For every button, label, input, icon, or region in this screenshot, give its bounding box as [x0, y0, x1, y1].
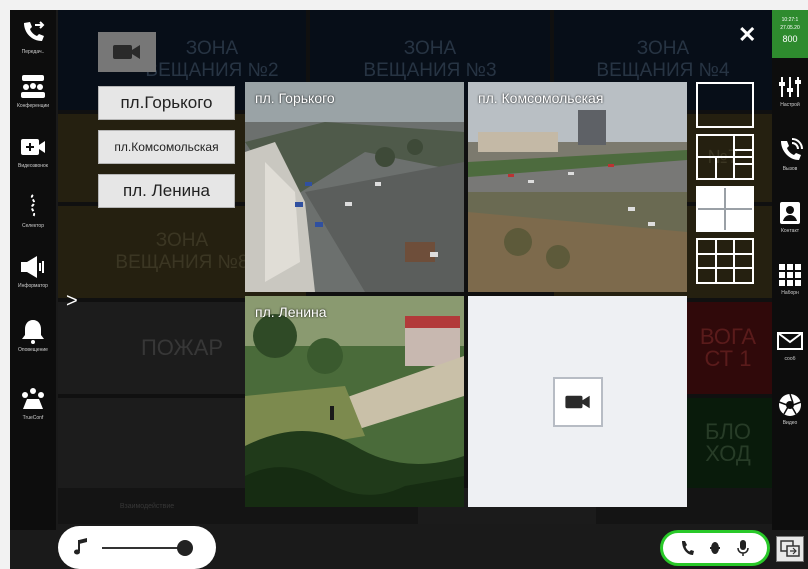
sidebar-label: Видеозвонок — [18, 163, 48, 169]
camera-image — [245, 296, 464, 507]
camera-slot-empty[interactable] — [468, 296, 687, 507]
aperture-icon — [778, 393, 802, 416]
call-controls — [660, 530, 770, 566]
preset-button-komsomolskaya[interactable]: пл.Комсомольская — [98, 130, 235, 164]
phone-forward-icon — [24, 21, 45, 41]
sidebar-label: Конференции — [16, 103, 50, 109]
left-sidebar: Передач.. Конференции Видеозвонок Селект… — [10, 10, 56, 530]
sidebar-item-contacts[interactable]: Контакт — [772, 192, 808, 242]
camera-label: пл. Горького — [255, 90, 335, 106]
contacts-icon — [780, 202, 800, 224]
sidebar-label: Оповещение — [18, 347, 48, 353]
expand-sidebar-button[interactable]: > — [66, 290, 78, 313]
conference-icon — [21, 75, 45, 98]
phone-icon[interactable] — [679, 539, 695, 557]
sidebar-item-video[interactable]: Видео — [772, 384, 808, 434]
sidebar-label: Видео — [782, 420, 798, 426]
sidebar-item-forward[interactable]: Передач.. — [10, 12, 56, 62]
trueconf-icon — [22, 388, 44, 409]
clock-date: 27.05.20 — [780, 25, 800, 31]
microphone-icon[interactable] — [735, 539, 751, 557]
phone-call-icon — [781, 138, 803, 160]
video-camera-icon — [21, 139, 45, 155]
volume-track[interactable] — [102, 547, 184, 549]
sidebar-item-notify[interactable]: Оповещение — [10, 310, 56, 360]
sidebar-item-videocall[interactable]: Видеозвонок — [10, 126, 56, 176]
volume-slider-handle[interactable] — [177, 540, 193, 556]
switch-screen-button[interactable] — [776, 536, 804, 562]
sidebar-label: Информатор — [18, 283, 48, 289]
camera-image — [245, 82, 464, 292]
sidebar-label: Наборн — [781, 290, 799, 296]
extension-number: 800 — [782, 34, 798, 44]
headset-mic-icon[interactable] — [707, 539, 723, 557]
clock-panel: 10:27:1 27.05.20 800 — [772, 10, 808, 58]
layout-1plus5-icon — [698, 136, 752, 178]
preset-button-lenina[interactable]: пл. Ленина — [98, 174, 235, 208]
layout-2x2-icon — [698, 188, 752, 230]
camera-view-lenina[interactable]: пл. Ленина — [245, 296, 464, 507]
sidebar-item-call[interactable]: Вызов — [772, 130, 808, 180]
sidebar-label: TrueConf — [22, 415, 44, 421]
camera-label: пл. Ленина — [255, 304, 327, 320]
layout-2x2-button[interactable] — [696, 186, 754, 232]
envelope-icon — [777, 332, 803, 350]
volume-control[interactable] — [58, 526, 216, 569]
layout-1x1-button[interactable] — [696, 82, 754, 128]
sidebar-item-settings[interactable]: Настрой — [772, 66, 808, 116]
camera-label: пл. Комсомольская — [478, 90, 604, 106]
selector-icon — [30, 194, 36, 218]
music-note-icon — [74, 538, 87, 555]
camera-toggle-button[interactable] — [98, 32, 156, 72]
sidebar-item-dialpad[interactable]: Наборн — [772, 254, 808, 304]
clock-time: 10:27:1 — [781, 17, 799, 23]
sidebar-label: сооб — [784, 356, 796, 362]
app-window: ЗОНА ВЕЩАНИЯ №2 ЗОНА ВЕЩАНИЯ №3 ЗОНА ВЕЩ… — [10, 10, 808, 569]
sidebar-label: Селектор — [22, 223, 44, 229]
dialpad-icon — [779, 264, 801, 286]
add-camera-button[interactable] — [552, 376, 603, 427]
camera-view-gorkogo[interactable]: пл. Горького — [245, 82, 464, 292]
sidebar-item-conference[interactable]: Конференции — [10, 66, 56, 116]
sidebar-item-informer[interactable]: Информатор — [10, 246, 56, 296]
right-sidebar: 10:27:1 27.05.20 800 Настрой Вызов Конта… — [772, 10, 808, 530]
video-camera-icon — [113, 45, 140, 59]
video-camera-icon — [564, 395, 590, 408]
sidebar-label: Передач.. — [21, 49, 45, 55]
loudspeaker-icon — [21, 256, 44, 278]
sidebar-label: Контакт — [780, 228, 799, 234]
bell-icon — [22, 320, 44, 344]
sliders-icon — [779, 77, 801, 97]
camera-image — [468, 82, 687, 292]
camera-view-komsomolskaya[interactable]: пл. Комсомольская — [468, 82, 687, 292]
layout-3x3-icon — [698, 240, 752, 282]
screen-switch-icon — [780, 540, 800, 557]
layout-3x3-button[interactable] — [696, 238, 754, 284]
layout-1plus5-button[interactable] — [696, 134, 754, 180]
sidebar-item-selector[interactable]: Селектор — [10, 186, 56, 236]
sidebar-item-messages[interactable]: сооб — [772, 320, 808, 370]
sidebar-item-trueconf[interactable]: TrueConf — [10, 378, 56, 428]
sidebar-label: Настрой — [780, 102, 800, 108]
close-button[interactable]: ✕ — [738, 24, 756, 46]
sidebar-label: Вызов — [782, 166, 798, 172]
preset-button-gorkogo[interactable]: пл.Горького — [98, 86, 235, 120]
